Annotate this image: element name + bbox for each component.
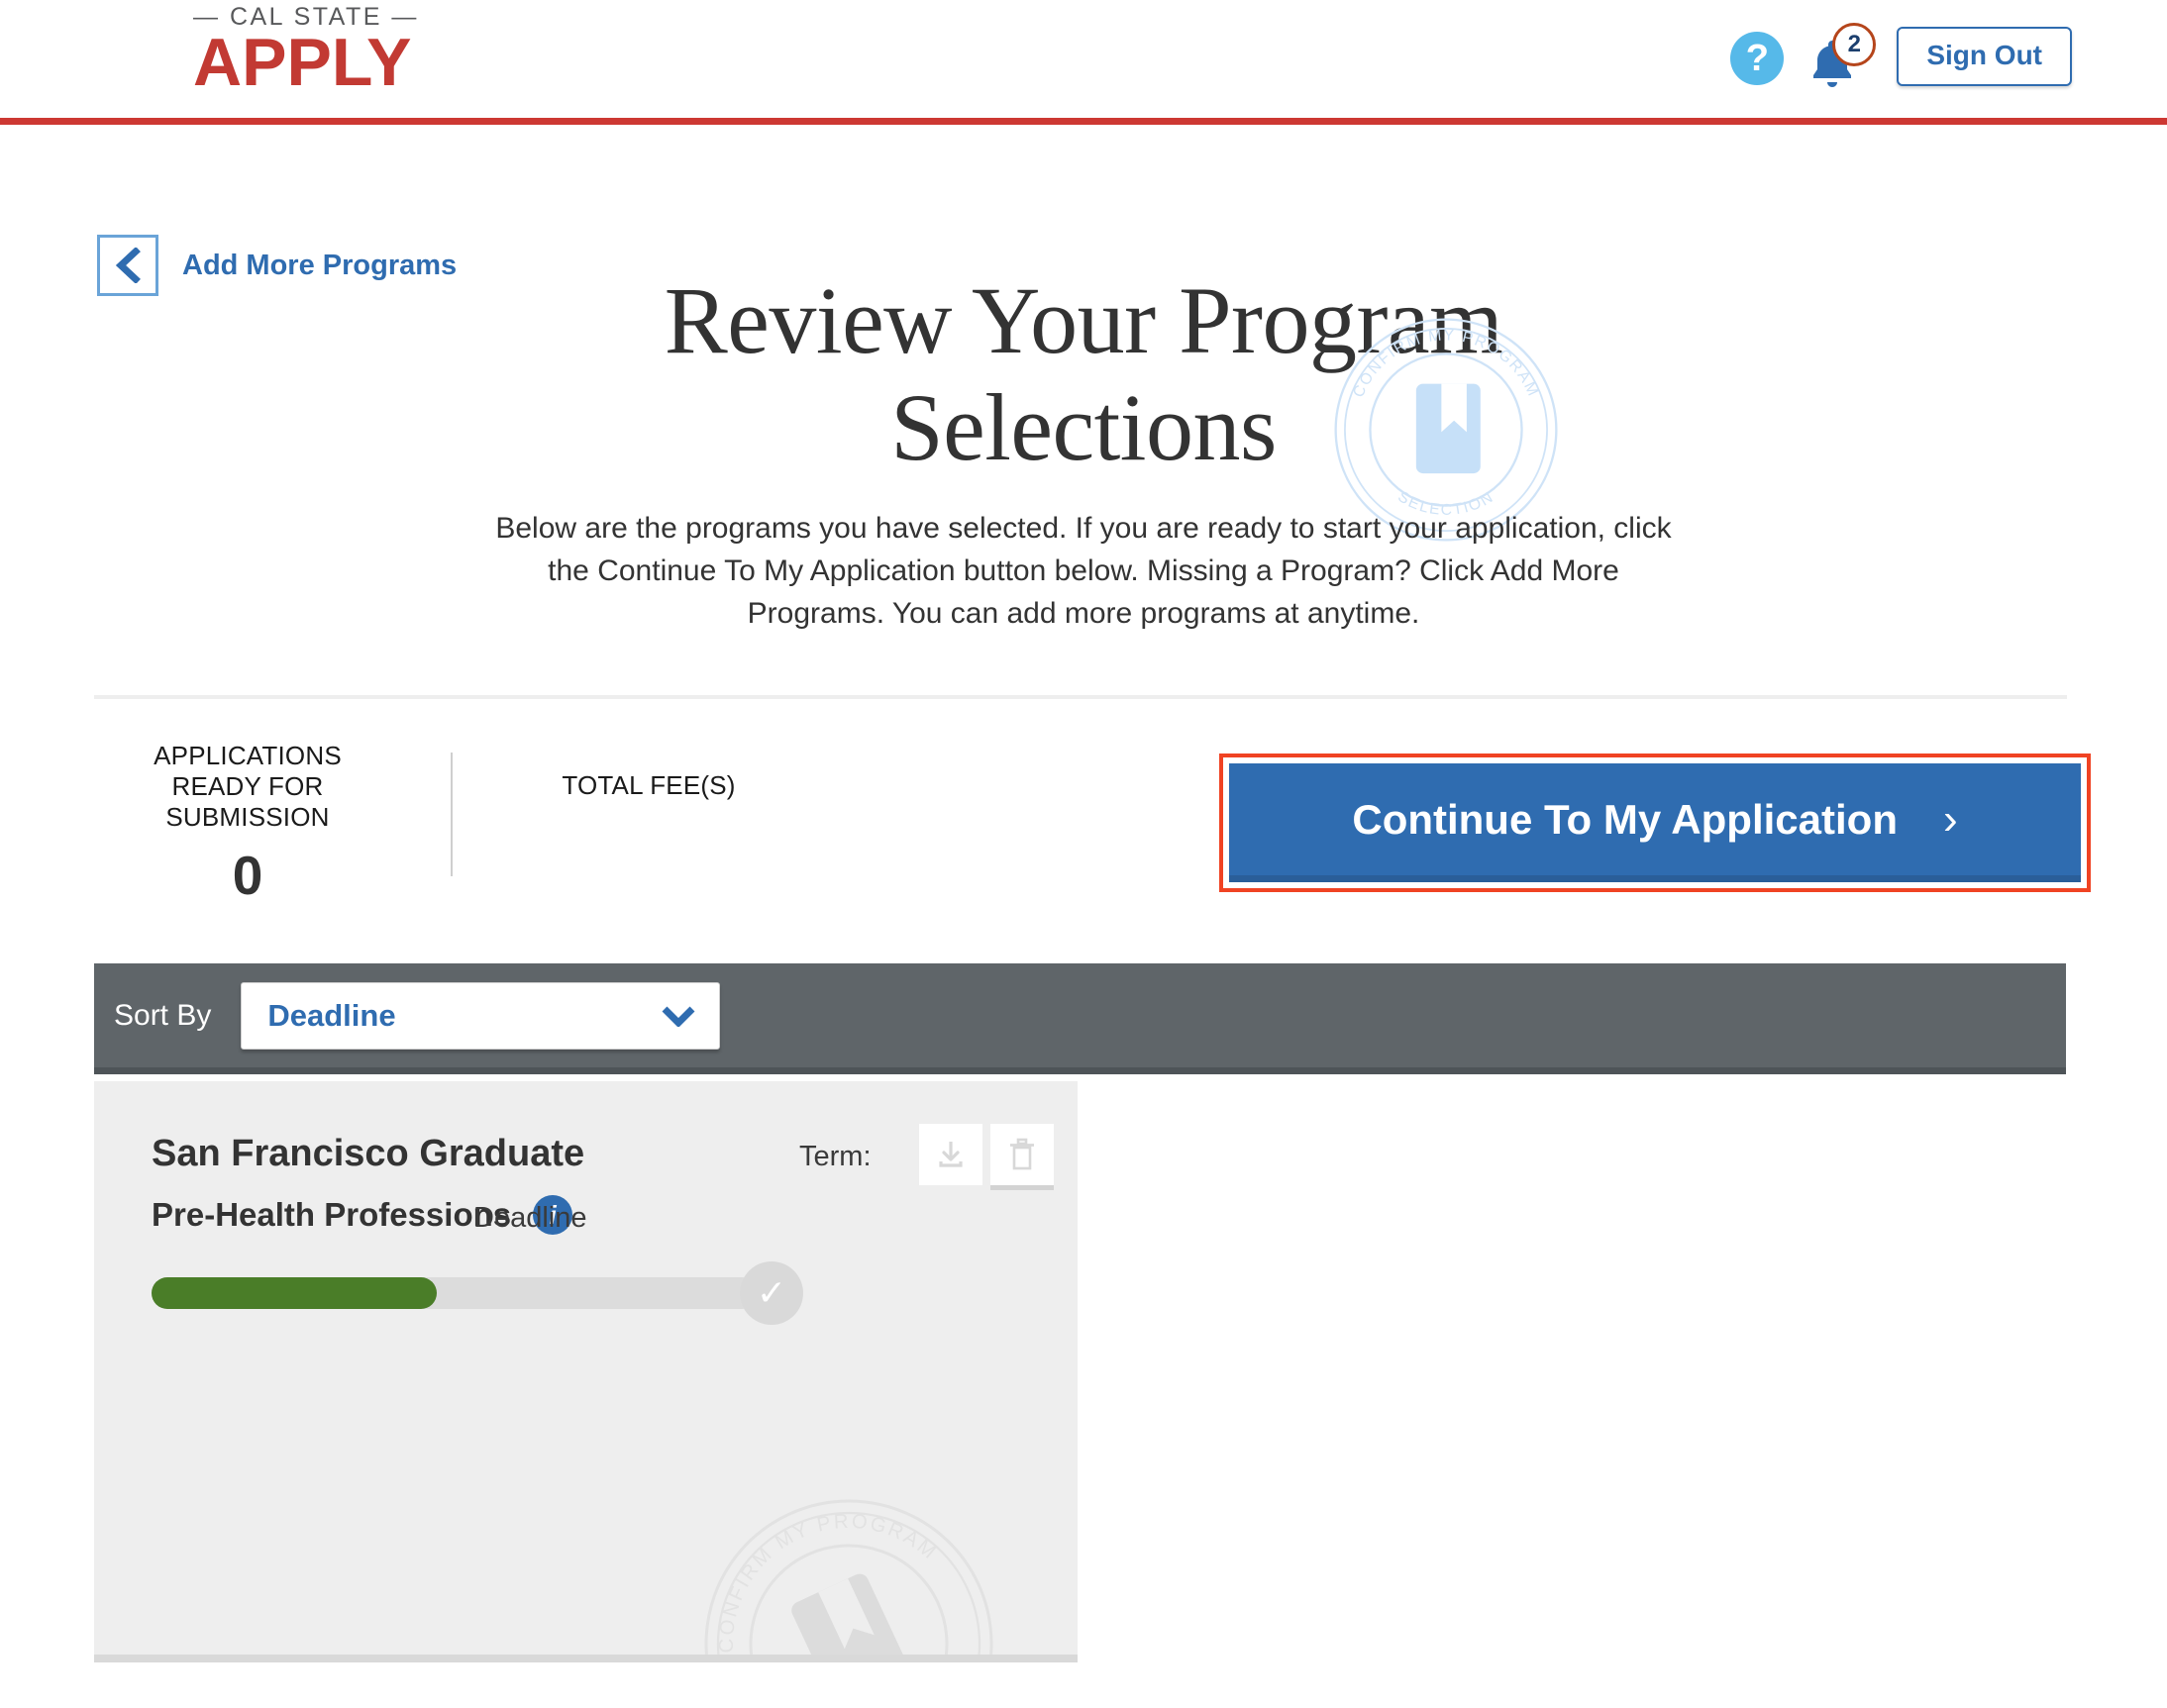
notifications-button[interactable]: 2 <box>1784 27 1879 86</box>
delete-program-button[interactable] <box>990 1124 1054 1190</box>
sign-out-button[interactable]: Sign Out <box>1897 27 2072 86</box>
program-campus-name: San Francisco Graduate <box>152 1133 584 1175</box>
svg-text:CONFIRM MY PROGRAM: CONFIRM MY PROGRAM <box>700 1495 945 1661</box>
download-program-button[interactable] <box>919 1124 982 1185</box>
trash-icon <box>1006 1137 1038 1172</box>
applications-ready-value: 0 <box>149 846 347 905</box>
site-header: — CAL STATE — APPLY ? 2 Sign Out <box>0 0 2167 123</box>
sort-by-selected-value: Deadline <box>267 998 395 1034</box>
notification-count-badge: 2 <box>1832 23 1876 66</box>
continue-to-my-application-button[interactable]: Continue To My Application › <box>1229 763 2081 882</box>
total-fees-label: TOTAL FEE(S) <box>451 770 847 801</box>
help-icon[interactable]: ? <box>1730 32 1784 85</box>
program-term-label: Term: <box>799 1141 872 1173</box>
page-title-line-1: Review Your Program <box>0 267 2167 374</box>
cal-state-apply-logo[interactable]: — CAL STATE — APPLY <box>193 2 391 97</box>
total-fees-stat: TOTAL FEE(S) <box>451 770 847 814</box>
page-title-line-2: Selections <box>0 374 2167 481</box>
header-actions: ? 2 Sign Out <box>1730 27 2072 86</box>
header-red-rule <box>0 118 2167 125</box>
continue-button-label: Continue To My Application <box>1352 796 1898 844</box>
applications-ready-stat: APPLICATIONS READY FOR SUBMISSION 0 <box>149 741 347 905</box>
sort-by-select[interactable]: Deadline <box>241 982 720 1050</box>
intro-paragraph: Below are the programs you have selected… <box>489 507 1678 635</box>
logo-main-text: APPLY <box>193 28 391 97</box>
page-title: Review Your Program Selections <box>0 267 2167 481</box>
program-deadline-label: Deadline <box>473 1202 586 1235</box>
page-root: — CAL STATE — APPLY ? 2 Sign Out Add Mor… <box>0 0 2167 1708</box>
confirm-program-selection-seal-grey-icon: CONFIRM MY PROGRAM SELECTION <box>700 1495 997 1662</box>
program-progress-fill <box>152 1277 437 1309</box>
applications-ready-label: APPLICATIONS READY FOR SUBMISSION <box>149 741 347 833</box>
sort-by-label: Sort By <box>114 999 211 1033</box>
check-icon: ✓ <box>740 1261 803 1325</box>
chevron-down-icon <box>662 1005 695 1027</box>
sort-toolbar: Sort By Deadline <box>94 963 2066 1074</box>
download-icon <box>934 1138 968 1171</box>
section-divider <box>94 695 2067 699</box>
chevron-right-icon: › <box>1943 795 1958 845</box>
program-progress-bar <box>152 1277 758 1309</box>
program-name: Pre-Health Professions <box>152 1196 511 1234</box>
